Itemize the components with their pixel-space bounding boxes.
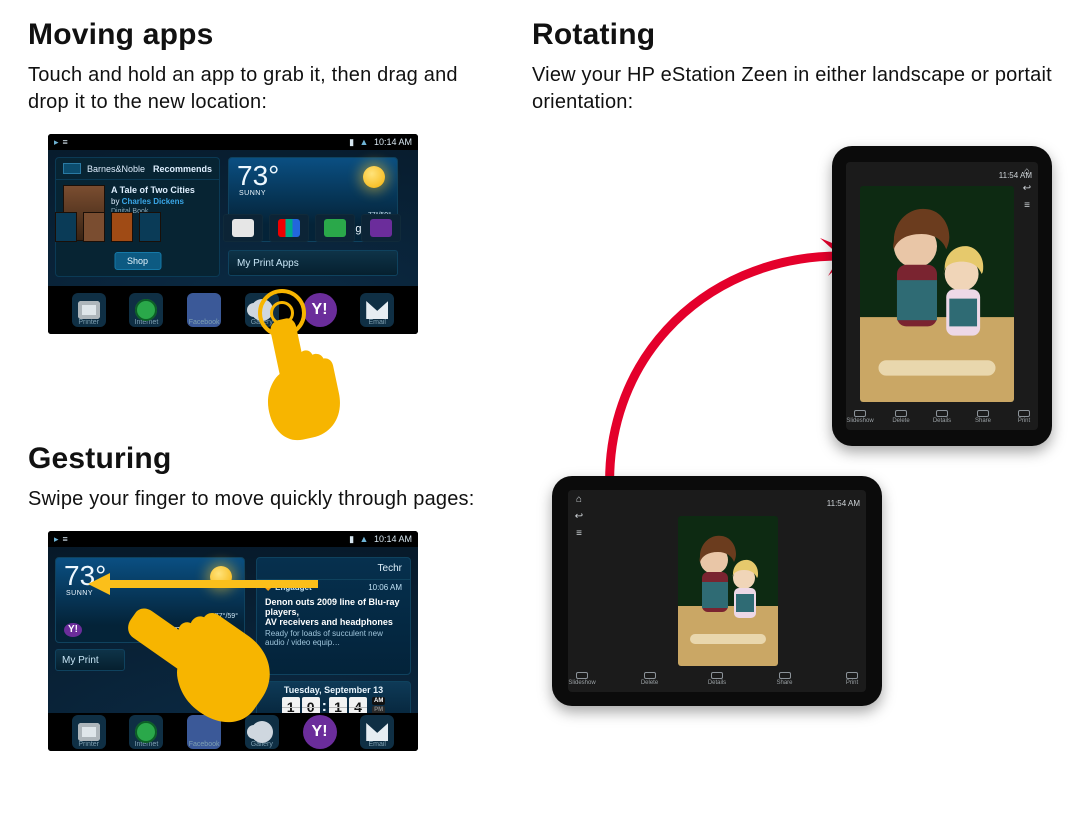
- figure-moving-apps: ▸ ≡ ▮ ▲ 10:14 AM Barnes&Noble Recommends: [48, 134, 418, 414]
- feed-headline-2: AV receivers and headphones: [257, 617, 410, 629]
- battery-icon: ▮: [349, 534, 354, 544]
- section-body-rotating: View your HP eStation Zeen in either lan…: [532, 62, 1052, 116]
- device-screen: 11:54 AM ⌂ ↩ ≡ Slideshow Delete Details …: [846, 162, 1038, 430]
- bottom-actions: Slideshow Delete Details Share Print: [852, 408, 1032, 426]
- bn-logo-icon: [63, 163, 81, 174]
- wifi-icon: ▲: [360, 137, 369, 147]
- menu-icon[interactable]: ≡: [576, 528, 582, 539]
- figure-gesturing: ▸≡ ▮ ▲ 10:14 AM 73° SUNNY 77°/59° San Di…: [48, 531, 418, 771]
- shelf-book: [83, 212, 105, 242]
- battery-icon: ▮: [349, 137, 354, 147]
- feed-headline: Denon outs 2009 line of Blu-ray players,: [257, 595, 410, 617]
- bottom-actions: Slideshow Delete Details Share Print: [574, 670, 860, 688]
- wifi-icon: ▲: [360, 534, 369, 544]
- my-print-apps-header: My Print Apps: [228, 250, 398, 276]
- dock-email-icon[interactable]: Email: [360, 715, 394, 749]
- action-details[interactable]: Details: [934, 410, 950, 424]
- action-details[interactable]: Details: [709, 672, 725, 686]
- clock-text: 10:14 AM: [374, 534, 412, 544]
- book-title: A Tale of Two Cities: [111, 185, 195, 195]
- action-share[interactable]: Share: [777, 672, 793, 686]
- figure-rotating: 11:54 AM ⌂ ↩ ≡ Slideshow Delete Details …: [532, 146, 1052, 706]
- action-share[interactable]: Share: [975, 410, 991, 424]
- shelf-book: [139, 212, 161, 242]
- photo: [860, 186, 1014, 402]
- home-icon[interactable]: ⌂: [1024, 166, 1030, 177]
- back-icon[interactable]: ↩: [1023, 183, 1031, 194]
- device-landscape: ⌂ ↩ ≡ 11:54 AM Slideshow Delete Details …: [552, 476, 882, 706]
- content-shelf: [55, 206, 411, 242]
- menu-icon[interactable]: ≡: [1024, 200, 1030, 211]
- dock-internet-icon[interactable]: Internet: [129, 715, 163, 749]
- section-title-rotating: Rotating: [532, 18, 1052, 52]
- print-app-tile[interactable]: [223, 214, 263, 242]
- dock-email-icon[interactable]: Email: [360, 293, 394, 327]
- print-app-tile[interactable]: [361, 214, 401, 242]
- action-delete[interactable]: Delete: [893, 410, 909, 424]
- action-print[interactable]: Print: [844, 672, 860, 686]
- print-app-tile[interactable]: [315, 214, 355, 242]
- ampm-am: AM: [372, 697, 385, 705]
- weather-cond: SUNNY: [239, 190, 266, 197]
- yahoo-badge-icon: Y!: [64, 623, 82, 637]
- dock-facebook-icon[interactable]: Facebook: [187, 293, 221, 327]
- section-title-gesturing: Gesturing: [28, 442, 492, 476]
- action-slideshow[interactable]: Slideshow: [574, 672, 590, 686]
- device-sidebar: ⌂ ↩ ≡: [572, 494, 586, 688]
- stack-icon: ≡: [63, 137, 68, 147]
- shelf-book: [55, 212, 77, 242]
- action-slideshow[interactable]: Slideshow: [852, 410, 868, 424]
- clock-text: 11:54 AM: [827, 499, 860, 508]
- topbar: 11:54 AM: [574, 494, 860, 512]
- shop-button[interactable]: Shop: [114, 252, 161, 270]
- device-portrait: 11:54 AM ⌂ ↩ ≡ Slideshow Delete Details …: [832, 146, 1052, 446]
- feed-time: 10:06 AM: [368, 583, 402, 592]
- stack-icon: ≡: [63, 534, 68, 544]
- shelf-book: [111, 212, 133, 242]
- dock-yahoo-icon[interactable]: Y!: [303, 715, 337, 749]
- action-delete[interactable]: Delete: [642, 672, 658, 686]
- play-icon: ▸: [54, 534, 59, 544]
- play-icon: ▸: [54, 137, 59, 147]
- device-sidebar: ⌂ ↩ ≡: [1020, 166, 1034, 426]
- book-author: by Charles Dickens: [111, 197, 195, 206]
- weather-temp: 73°: [237, 160, 279, 192]
- tablet-home-moving: ▸ ≡ ▮ ▲ 10:14 AM Barnes&Noble Recommends: [48, 134, 418, 334]
- sun-icon: [363, 166, 385, 188]
- statusbar: ▸ ≡ ▮ ▲ 10:14 AM: [48, 531, 418, 547]
- back-icon[interactable]: ↩: [575, 511, 583, 522]
- dock-printer-icon[interactable]: Printer: [72, 293, 106, 327]
- feed-source: Techr: [378, 563, 402, 574]
- bn-brand: Barnes&Noble: [87, 164, 145, 174]
- device-screen: ⌂ ↩ ≡ 11:54 AM Slideshow Delete Details …: [568, 490, 866, 692]
- photo: [678, 516, 778, 666]
- print-app-tile[interactable]: [269, 214, 309, 242]
- statusbar: ▸ ≡ ▮ ▲ 10:14 AM: [48, 134, 418, 150]
- topbar: 11:54 AM: [852, 166, 1032, 184]
- home-wallpaper: Barnes&Noble Recommends A Tale of Two Ci…: [48, 150, 418, 286]
- section-body-gesturing: Swipe your finger to move quickly throug…: [28, 486, 492, 513]
- dock-internet-icon[interactable]: Internet: [129, 293, 163, 327]
- section-body-moving: Touch and hold an app to grab it, then d…: [28, 62, 492, 116]
- app-dock: Printer Internet Facebook Gallery Y! Ema…: [48, 286, 418, 334]
- clock-text: 10:14 AM: [374, 137, 412, 147]
- section-title-moving: Moving apps: [28, 18, 492, 52]
- action-print[interactable]: Print: [1016, 410, 1032, 424]
- bn-recommends-label: Recommends: [153, 164, 212, 174]
- dock-printer-icon[interactable]: Printer: [72, 715, 106, 749]
